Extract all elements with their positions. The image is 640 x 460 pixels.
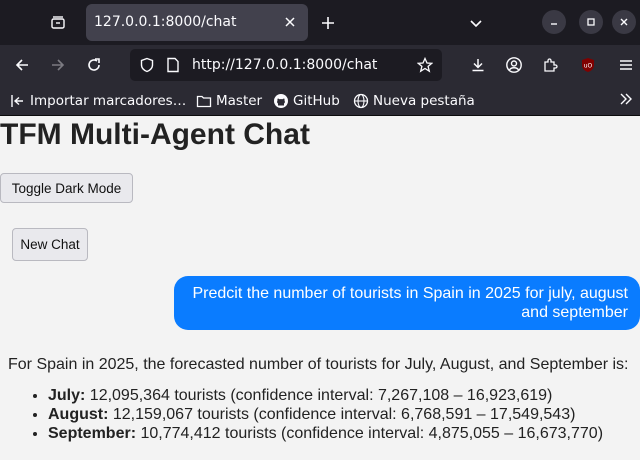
- github-icon: [274, 94, 288, 108]
- url-text[interactable]: http://127.0.0.1:8000/chat: [192, 57, 377, 73]
- bookmark-label: Importar marcadores…: [30, 93, 187, 109]
- svg-text:uO: uO: [584, 63, 593, 70]
- forecast-month: September:: [48, 425, 137, 442]
- url-bar[interactable]: http://127.0.0.1:8000/chat: [130, 49, 442, 81]
- globe-icon: [353, 93, 369, 109]
- bookmark-label: Nueva pestaña: [373, 93, 475, 109]
- download-icon[interactable]: [464, 51, 492, 79]
- new-chat-button[interactable]: New Chat: [12, 228, 88, 261]
- active-tab[interactable]: 127.0.0.1:8000/chat: [86, 4, 308, 41]
- bookmark-star-icon[interactable]: [416, 56, 434, 74]
- shield-icon[interactable]: [138, 56, 156, 74]
- bookmark-label: Master: [216, 93, 263, 109]
- extensions-puzzle-icon[interactable]: [536, 51, 564, 79]
- page-title: TFM Multi-Agent Chat: [0, 118, 310, 151]
- ublock-shield-icon[interactable]: uO: [574, 51, 602, 79]
- maximize-icon[interactable]: [579, 10, 603, 34]
- forecast-value: 10,774,412 tourists (confidence interval…: [136, 425, 604, 442]
- new-tab-icon[interactable]: [314, 8, 342, 38]
- assistant-intro-text: For Spain in 2025, the forecasted number…: [8, 356, 629, 373]
- back-arrow-icon[interactable]: [8, 51, 36, 79]
- bookmarks-toolbar: Importar marcadores… Master GitHub Nueva…: [0, 85, 640, 116]
- list-item: August: 12,159,067 tourists (confidence …: [48, 405, 638, 424]
- chevron-down-icon[interactable]: [462, 8, 490, 38]
- user-message-bubble: Predcit the number of tourists in Spain …: [174, 276, 640, 330]
- forecast-month: July:: [48, 387, 86, 404]
- navigation-toolbar: http://127.0.0.1:8000/chat uO: [0, 45, 640, 85]
- toggle-dark-mode-button[interactable]: Toggle Dark Mode: [0, 173, 133, 203]
- account-icon[interactable]: [500, 51, 528, 79]
- bookmark-new-tab[interactable]: Nueva pestaña: [353, 91, 475, 111]
- forecast-month: August:: [48, 406, 109, 423]
- bookmark-import[interactable]: Importar marcadores…: [10, 91, 186, 111]
- forward-arrow-icon[interactable]: [44, 51, 72, 79]
- tab-bar: 127.0.0.1:8000/chat: [0, 0, 640, 45]
- tab-title: 127.0.0.1:8000/chat: [94, 14, 237, 30]
- bookmark-github[interactable]: GitHub: [273, 91, 340, 111]
- forecast-value: 12,159,067 tourists (confidence interval…: [108, 406, 576, 423]
- forecast-value: 12,095,364 tourists (confidence interval…: [85, 387, 553, 404]
- menu-hamburger-icon[interactable]: [612, 51, 640, 79]
- import-icon: [11, 95, 23, 107]
- bookmark-label: GitHub: [293, 93, 340, 109]
- chevron-double-right-icon[interactable]: [618, 91, 634, 111]
- minimize-icon[interactable]: [542, 10, 566, 34]
- folder-icon: [196, 95, 212, 108]
- page-icon[interactable]: [164, 56, 182, 74]
- list-item: September: 10,774,412 tourists (confiden…: [48, 424, 638, 443]
- page-content: TFM Multi-Agent Chat Toggle Dark Mode Ne…: [0, 116, 640, 460]
- forecast-list: July: 12,095,364 tourists (confidence in…: [8, 386, 638, 443]
- reload-icon[interactable]: [80, 51, 108, 79]
- bookmark-master[interactable]: Master: [196, 91, 262, 111]
- window-close-icon[interactable]: [612, 10, 636, 34]
- list-item: July: 12,095,364 tourists (confidence in…: [48, 386, 638, 405]
- assistant-message: For Spain in 2025, the forecasted number…: [8, 356, 638, 443]
- tab-list-icon[interactable]: [42, 8, 74, 38]
- close-tab-icon[interactable]: [280, 12, 300, 32]
